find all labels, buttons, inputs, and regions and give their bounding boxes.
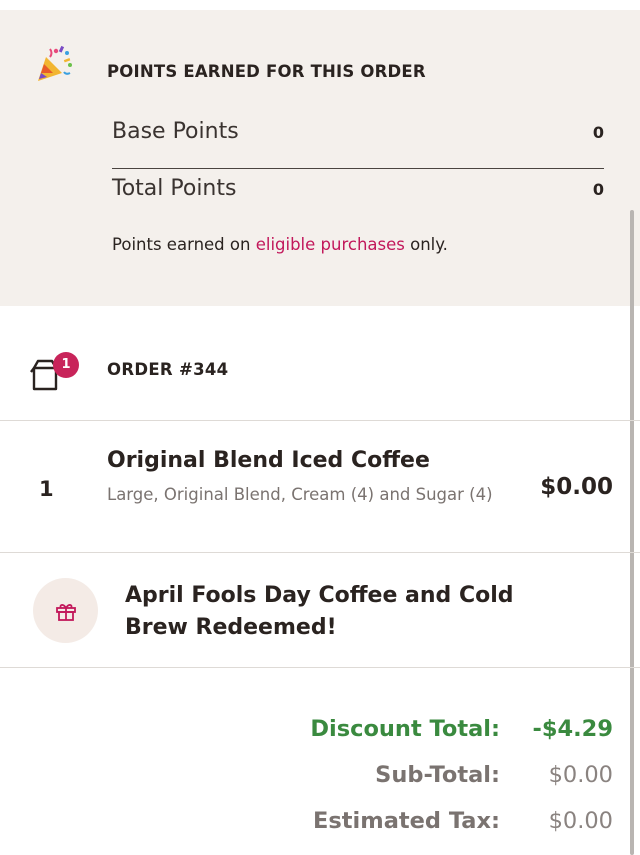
subtotal-row: Sub-Total: $0.00: [213, 762, 613, 796]
base-points-label: Base Points: [112, 119, 239, 144]
points-divider: [112, 168, 604, 169]
discount-total-row: Discount Total: -$4.29: [213, 716, 613, 750]
party-popper-icon: [38, 45, 72, 81]
points-note: Points earned on eligible purchases only…: [112, 235, 448, 254]
total-points-label: Total Points: [112, 176, 237, 201]
eligible-purchases-link[interactable]: eligible purchases: [256, 235, 405, 254]
subtotal-value: $0.00: [548, 762, 613, 788]
total-points-value: 0: [592, 180, 604, 199]
estimated-tax-label: Estimated Tax:: [313, 808, 500, 834]
estimated-tax-row: Estimated Tax: $0.00: [213, 808, 613, 842]
discount-total-value: -$4.29: [532, 716, 613, 742]
promo-redeemed-text: April Fools Day Coffee and Cold Brew Red…: [125, 583, 514, 640]
top-strip: [0, 0, 640, 10]
points-title: POINTS EARNED FOR THIS ORDER: [107, 62, 426, 81]
total-points-row: Total Points 0: [112, 176, 604, 206]
estimated-tax-value: $0.00: [548, 808, 613, 834]
item-name: Original Blend Iced Coffee: [107, 448, 430, 473]
subtotal-label: Sub-Total:: [375, 762, 500, 788]
base-points-row: Base Points 0: [112, 119, 604, 149]
base-points-value: 0: [592, 123, 604, 142]
item-description: Large, Original Blend, Cream (4) and Sug…: [107, 485, 493, 504]
item-quantity: 1: [39, 477, 54, 501]
points-note-suffix: only.: [404, 235, 448, 254]
points-earned-panel: [0, 10, 640, 306]
order-number: ORDER #344: [107, 360, 229, 379]
discount-total-label: Discount Total:: [310, 716, 500, 742]
item-price: $0.00: [540, 474, 613, 500]
gift-icon: [56, 604, 76, 621]
item-count-badge: 1: [53, 352, 79, 378]
order-header: [0, 306, 640, 421]
points-note-prefix: Points earned on: [112, 235, 256, 254]
